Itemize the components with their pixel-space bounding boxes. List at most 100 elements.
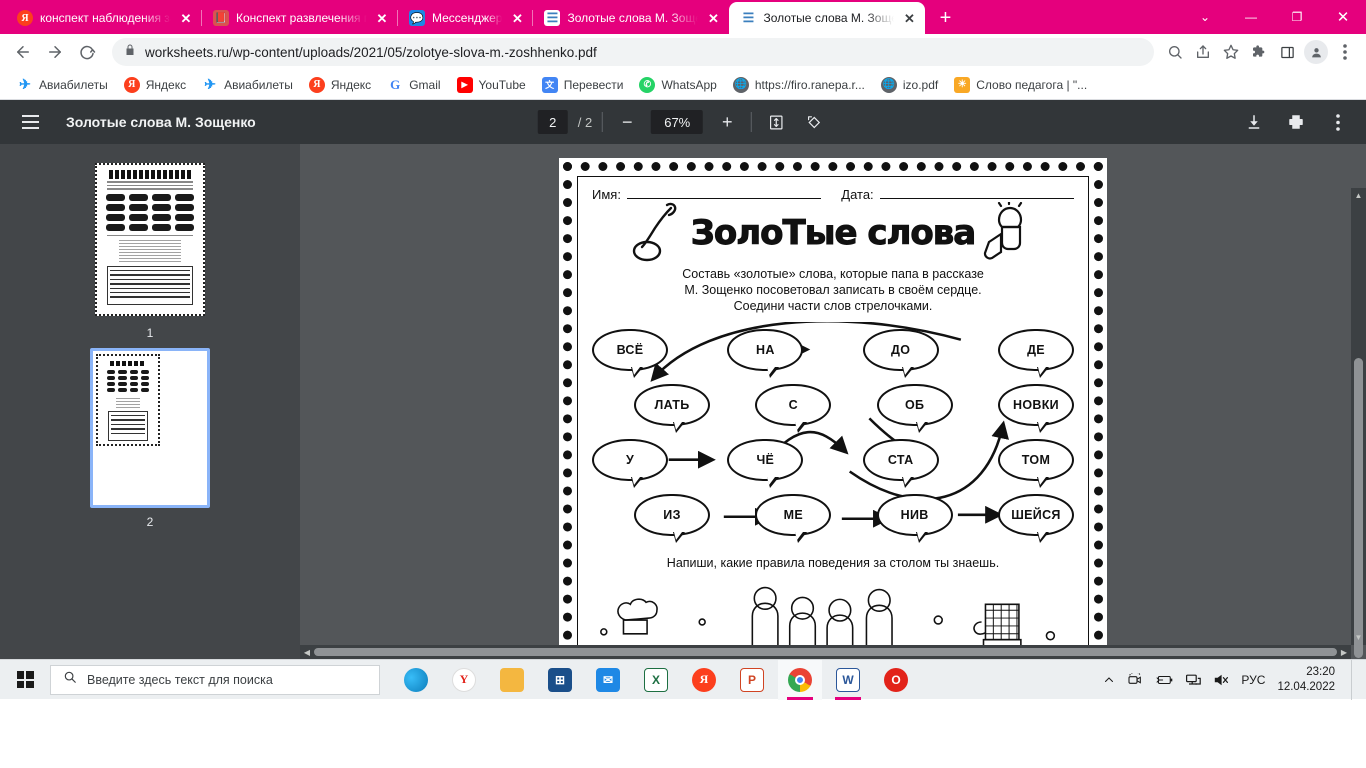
forward-icon[interactable] xyxy=(40,37,70,67)
word-bubble[interactable]: ИЗ xyxy=(634,493,710,543)
browser-tab-1[interactable]: 📕 Конспект развлечения по э ✕ xyxy=(201,2,398,34)
bookmark-yandex-1[interactable]: Я Яндекс xyxy=(117,74,193,96)
word-bubble[interactable]: НИВ xyxy=(876,493,953,543)
word-bubble[interactable]: ТОМ xyxy=(997,438,1074,488)
browser-tab-4-active[interactable]: ☰ Золотые слова М. Зощенко ✕ xyxy=(729,2,926,34)
bookmark-translate[interactable]: 文 Перевести xyxy=(535,74,631,96)
taskbar-search-box[interactable]: Введите здесь текст для поиска xyxy=(50,664,380,695)
word-bubble[interactable]: ШЕЙСЯ xyxy=(997,493,1074,543)
minimize-button[interactable]: — xyxy=(1228,0,1274,34)
word-bubble[interactable]: НОВКИ xyxy=(997,383,1074,433)
word-bubble[interactable]: ОБ xyxy=(876,383,953,433)
taskbar-app-chrome[interactable] xyxy=(778,659,822,700)
battery-icon[interactable] xyxy=(1155,674,1173,686)
word-bubble[interactable]: ДО xyxy=(862,328,939,378)
camera-icon[interactable] xyxy=(1127,672,1143,687)
date-field[interactable]: Дата: xyxy=(841,187,1074,202)
pdf-vertical-scrollbar[interactable]: ▲ ▼ xyxy=(1351,188,1366,658)
name-write-line[interactable] xyxy=(626,188,822,199)
bookmark-yandex-2[interactable]: Я Яндекс xyxy=(302,74,378,96)
close-icon[interactable]: ✕ xyxy=(705,10,721,26)
taskbar-app-store[interactable]: ⊞ xyxy=(538,660,582,700)
thumbnail-item-1[interactable]: 1 xyxy=(90,160,210,340)
clock[interactable]: 23:20 12.04.2022 xyxy=(1277,665,1339,693)
network-icon[interactable] xyxy=(1185,673,1202,687)
taskbar-app-edge[interactable] xyxy=(394,660,438,700)
bookmark-aviabilety-1[interactable]: ✈ Авиабилеты xyxy=(10,74,115,96)
taskbar-app-word[interactable]: W xyxy=(826,660,870,700)
thumbnail-frame-selected[interactable] xyxy=(90,348,210,508)
close-icon[interactable]: ✕ xyxy=(509,10,525,26)
word-bubble[interactable]: ЛАТЬ xyxy=(634,383,710,433)
word-bubble[interactable]: МЕ xyxy=(755,493,832,543)
start-button[interactable] xyxy=(2,660,48,700)
browser-tab-0[interactable]: Я конспект наблюдения за хо ✕ xyxy=(6,2,202,34)
show-desktop-button[interactable] xyxy=(1351,659,1358,700)
fit-page-icon[interactable] xyxy=(762,108,790,136)
taskbar-app-yandex-browser[interactable]: Я xyxy=(682,660,726,700)
scroll-down-icon[interactable]: ▼ xyxy=(1351,630,1366,645)
share-icon[interactable] xyxy=(1190,39,1216,65)
bookmark-youtube[interactable]: ▶ YouTube xyxy=(450,74,533,96)
pdf-more-options-icon[interactable] xyxy=(1324,108,1352,136)
language-indicator[interactable]: РУС xyxy=(1241,673,1265,687)
bookmark-gmail[interactable]: G Gmail xyxy=(380,74,447,96)
word-bubble[interactable]: ЧЁ xyxy=(727,438,804,488)
volume-muted-icon[interactable] xyxy=(1213,673,1229,687)
taskbar-app-excel[interactable]: X xyxy=(634,660,678,700)
word-bubble[interactable]: У xyxy=(592,438,668,488)
rotate-icon[interactable] xyxy=(800,108,828,136)
word-bubble[interactable]: СТА xyxy=(862,438,939,488)
thumbnail-frame[interactable] xyxy=(90,160,210,319)
reload-icon[interactable] xyxy=(72,37,102,67)
scroll-up-icon[interactable]: ▲ xyxy=(1351,188,1366,203)
browser-tab-2[interactable]: 💬 Мессенджер ✕ xyxy=(396,2,533,34)
print-icon[interactable] xyxy=(1282,108,1310,136)
new-tab-button[interactable]: + xyxy=(931,4,959,32)
back-icon[interactable] xyxy=(8,37,38,67)
tab-list-icon[interactable]: ⌄ xyxy=(1182,0,1228,34)
thumbnail-item-2[interactable]: 2 xyxy=(90,348,210,529)
taskbar-app-file-explorer[interactable] xyxy=(490,660,534,700)
horizontal-scroll-thumb[interactable] xyxy=(314,648,1337,656)
word-bubble[interactable]: ВСЁ xyxy=(592,328,668,378)
zoom-out-button[interactable]: − xyxy=(613,108,641,136)
bookmark-slovo-pedagoga[interactable]: ☀ Слово педагога | "... xyxy=(947,74,1094,96)
word-bubble[interactable]: НА xyxy=(727,328,804,378)
taskbar-app-opera[interactable]: O xyxy=(874,660,918,700)
address-bar[interactable]: worksheets.ru/wp-content/uploads/2021/05… xyxy=(112,38,1154,66)
vertical-scroll-thumb[interactable] xyxy=(1354,358,1363,658)
page-number-input[interactable]: 2 xyxy=(537,110,568,134)
extensions-icon[interactable] xyxy=(1246,39,1272,65)
side-panel-icon[interactable] xyxy=(1274,39,1300,65)
bookmark-izo-pdf[interactable]: 🌐 izo.pdf xyxy=(874,74,945,96)
download-icon[interactable] xyxy=(1240,108,1268,136)
avatar[interactable] xyxy=(1304,40,1328,64)
taskbar-app-mail[interactable]: ✉ xyxy=(586,660,630,700)
bookmark-whatsapp[interactable]: ✆ WhatsApp xyxy=(632,74,723,96)
browser-tab-3[interactable]: ☰ Золотые слова М. Зощенко ✕ xyxy=(532,2,729,34)
word-bubble[interactable]: С xyxy=(755,383,832,433)
scroll-right-icon[interactable]: ▶ xyxy=(1337,645,1351,659)
pdf-horizontal-scrollbar[interactable]: ◀ ▶ xyxy=(300,645,1351,659)
taskbar-app-powerpoint[interactable]: P xyxy=(730,660,774,700)
browser-menu-icon[interactable] xyxy=(1332,39,1358,65)
close-icon[interactable]: ✕ xyxy=(901,10,917,26)
bookmark-star-icon[interactable] xyxy=(1218,39,1244,65)
word-bubble[interactable]: ДЕ xyxy=(997,328,1074,378)
sidebar-toggle-icon[interactable] xyxy=(14,106,46,138)
zoom-in-button[interactable]: + xyxy=(713,108,741,136)
zoom-out-indicator-icon[interactable] xyxy=(1162,39,1188,65)
maximize-button[interactable]: ❐ xyxy=(1274,0,1320,34)
name-field[interactable]: Имя: xyxy=(592,187,822,202)
scroll-left-icon[interactable]: ◀ xyxy=(300,645,314,659)
taskbar-app-yandex[interactable]: Y xyxy=(442,660,486,700)
bookmark-aviabilety-2[interactable]: ✈ Авиабилеты xyxy=(195,74,300,96)
zoom-level-display[interactable]: 67% xyxy=(651,110,704,134)
close-icon[interactable]: ✕ xyxy=(178,10,194,26)
bookmark-firo[interactable]: 🌐 https://firo.ranepa.r... xyxy=(726,74,872,96)
date-write-line[interactable] xyxy=(879,188,1074,199)
window-close-button[interactable]: ✕ xyxy=(1320,0,1366,34)
show-hidden-icons-icon[interactable] xyxy=(1103,674,1115,686)
close-icon[interactable]: ✕ xyxy=(374,10,390,26)
